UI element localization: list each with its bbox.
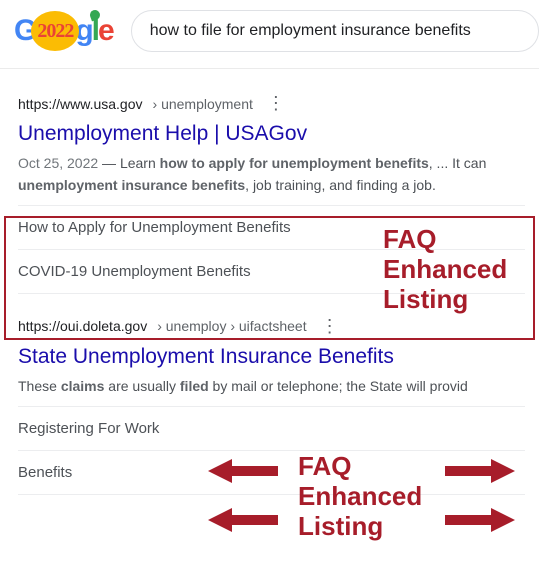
search-input[interactable]: how to file for employment insurance ben… [131,10,539,52]
search-results: https://www.usa.gov › unemployment ⋮ Une… [0,93,539,495]
result-sitelinks: Registering For Work Benefits [18,406,525,495]
search-query-text: how to file for employment insurance ben… [150,22,471,40]
sitelink-item[interactable]: How to Apply for Unemployment Benefits [18,205,525,249]
arrow-right-icon [445,508,515,532]
more-options-icon[interactable]: ⋮ [317,316,343,337]
sitelink-item[interactable]: Registering For Work [18,406,525,450]
result-2: https://oui.doleta.gov › unemploy › uifa… [18,316,525,495]
logo-doodle-year: 2022 [37,20,73,43]
result-1: https://www.usa.gov › unemployment ⋮ Une… [18,93,525,294]
result-url-line: https://oui.doleta.gov › unemploy › uifa… [18,316,525,337]
result-domain[interactable]: https://www.usa.gov [18,96,143,112]
logo-letter-e: e [98,14,113,48]
arrow-left-icon [208,508,278,532]
result-domain[interactable]: https://oui.doleta.gov [18,318,147,334]
result-snippet: Oct 25, 2022 — Learn how to apply for un… [18,153,525,196]
result-path: › unemploy › uifactsheet [157,318,306,334]
logo-doodle-year-badge: 2022 [31,11,79,51]
result-url-line: https://www.usa.gov › unemployment ⋮ [18,93,525,114]
result-sitelinks: How to Apply for Unemployment Benefits C… [18,205,525,294]
result-snippet: These claims are usually filed by mail o… [18,376,525,398]
google-doodle-logo[interactable]: G 2022 g l e [14,11,113,51]
logo-letter-l: l [92,14,98,48]
more-options-icon[interactable]: ⋮ [263,93,289,114]
header-bar: G 2022 g l e how to file for employment … [0,0,539,68]
sitelink-item[interactable]: COVID-19 Unemployment Benefits [18,249,525,294]
snippet-date: Oct 25, 2022 [18,155,98,171]
result-path: › unemployment [153,96,253,112]
header-divider [0,68,539,69]
result-title-link[interactable]: Unemployment Help | USAGov [18,120,525,147]
sitelink-item[interactable]: Benefits [18,450,525,495]
result-title-link[interactable]: State Unemployment Insurance Benefits [18,343,525,370]
